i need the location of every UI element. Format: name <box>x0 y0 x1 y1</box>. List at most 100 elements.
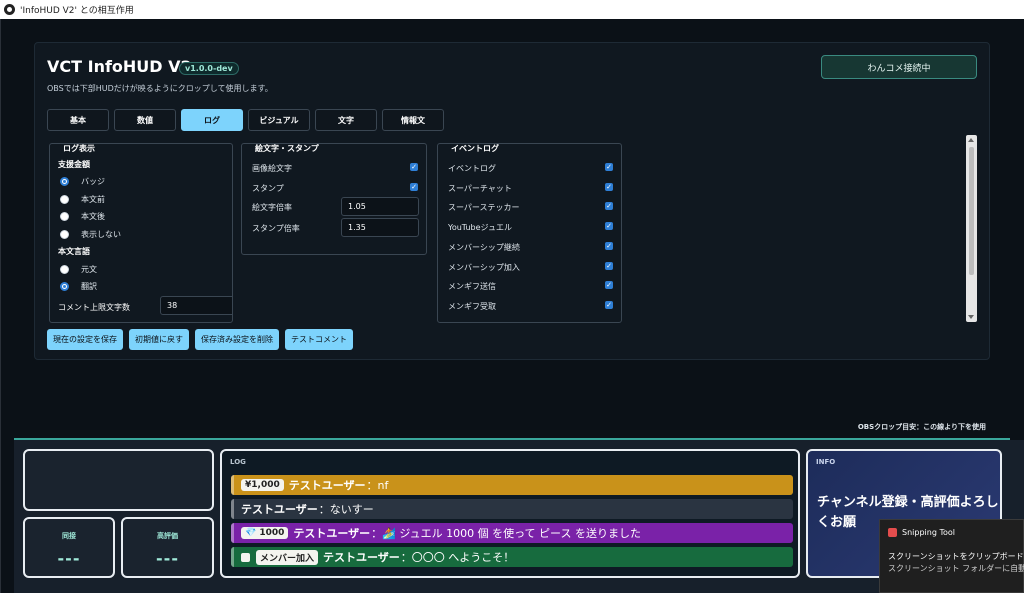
event-item-label: YouTubeジュエル <box>448 223 512 232</box>
stamp-scale-label: スタンプ倍率 <box>252 224 300 233</box>
event-item-label: メンバーシップ加入 <box>448 263 520 272</box>
connect-button[interactable]: わんコメ接続中 <box>821 55 977 79</box>
radio-circle[interactable] <box>60 212 69 221</box>
toast-title: Snipping Tool <box>888 528 955 537</box>
jewel-checkbox[interactable]: ✓ <box>605 222 613 230</box>
app-title: VCT InfoHUD V2 <box>47 57 192 76</box>
event-item-label: イベントログ <box>448 164 496 173</box>
stamp-label: スタンプ <box>252 184 284 193</box>
tab-visual[interactable]: ビジュアル <box>248 109 310 131</box>
emoji-scale-input[interactable]: 1.05 <box>341 197 419 216</box>
log-label: LOG <box>230 458 246 466</box>
language-label: 本文言語 <box>58 247 90 256</box>
stat-label: 高評価 <box>157 532 178 540</box>
radio-circle[interactable] <box>60 230 69 239</box>
window-titlebar: 'InfoHUD V2' との相互作用 <box>0 0 1024 19</box>
reset-defaults-button[interactable]: 初期値に戻す <box>129 329 189 350</box>
radio-label: バッジ <box>81 177 105 186</box>
version-badge: v1.0.0-dev <box>179 62 239 75</box>
log-username: テストユーザー <box>293 527 371 540</box>
radio-support-hide[interactable]: 表示しない <box>60 229 121 240</box>
event-item-label: スーパーチャット <box>448 184 512 193</box>
stat-label: 同接 <box>62 532 76 540</box>
toast-body: スクリーンショットをクリップボードにコピーし <box>888 552 1024 561</box>
snipping-tool-icon <box>888 528 897 537</box>
delete-saved-button[interactable]: 保存済み設定を削除 <box>195 329 279 350</box>
membership-renew-checkbox[interactable]: ✓ <box>605 242 613 250</box>
radio-support-before[interactable]: 本文前 <box>60 194 105 205</box>
gift-receive-checkbox[interactable]: ✓ <box>605 301 613 309</box>
radio-label: 元文 <box>81 265 97 274</box>
stamp-scale-input[interactable]: 1.35 <box>341 218 419 237</box>
stat-value: --- <box>156 549 179 568</box>
support-amount-label: 支援金額 <box>58 160 90 169</box>
tab-bar: 基本 数値 ログ ビジュアル 文字 情報文 <box>47 109 444 131</box>
log-row: 💎 1000 テストユーザー ：🏄 ジュエル 1000 個 を使って ピース を… <box>231 523 793 543</box>
radio-label: 本文前 <box>81 195 105 204</box>
app-subtitle: OBSでは下部HUDだけが映るようにクロップして使用します。 <box>47 84 273 93</box>
stat-concurrent: 同接 --- <box>23 517 115 578</box>
tab-basic[interactable]: 基本 <box>47 109 109 131</box>
max-chars-input[interactable]: 38 <box>160 296 232 315</box>
group-title: 絵文字・スタンプ <box>252 144 322 154</box>
log-username: テストユーザー <box>241 503 318 516</box>
max-chars-label: コメント上限文字数 <box>58 303 130 312</box>
radio-circle[interactable] <box>60 177 69 186</box>
superchat-checkbox[interactable]: ✓ <box>605 183 613 191</box>
event-log-group: イベントログ イベントログ ✓ スーパーチャット ✓ スーパーステッカー ✓ Y… <box>437 143 622 323</box>
event-item-label: メンギフ受取 <box>448 302 496 311</box>
emoji-image-label: 画像絵文字 <box>252 164 292 173</box>
member-icon <box>241 552 250 562</box>
radio-label: 表示しない <box>81 230 121 239</box>
crop-guide-note: OBSクロップ目安：この線より下を使用 <box>857 423 986 431</box>
event-log-checkbox[interactable]: ✓ <box>605 163 613 171</box>
gift-send-checkbox[interactable]: ✓ <box>605 281 613 289</box>
radio-circle[interactable] <box>60 282 69 291</box>
membership-join-checkbox[interactable]: ✓ <box>605 262 613 270</box>
group-title: イベントログ <box>448 144 502 154</box>
supersticker-checkbox[interactable]: ✓ <box>605 202 613 210</box>
radio-label: 本文後 <box>81 212 105 221</box>
settings-panel: VCT InfoHUD V2 v1.0.0-dev OBSでは下部HUDだけが映… <box>34 42 990 360</box>
emoji-stamp-group: 絵文字・スタンプ 画像絵文字 ✓ スタンプ ✓ 絵文字倍率 1.05 スタンプ倍… <box>241 143 427 255</box>
jewel-chip: 💎 1000 <box>241 527 289 539</box>
event-item-label: メンギフ送信 <box>448 282 496 291</box>
toast-body-2: スクリーンショット フォルダーに自動的に保 <box>888 564 1024 573</box>
tab-info-text[interactable]: 情報文 <box>382 109 444 131</box>
radio-support-badge[interactable]: バッジ <box>60 176 105 187</box>
scroll-up-icon[interactable] <box>968 138 974 142</box>
stamp-checkbox[interactable]: ✓ <box>410 183 418 191</box>
log-username: テストユーザー <box>323 551 400 564</box>
snipping-tool-toast[interactable]: Snipping Tool スクリーンショットをクリップボードにコピーし スクリ… <box>879 519 1024 593</box>
event-item-label: スーパーステッカー <box>448 203 520 212</box>
log-text: ：〇〇〇 へようこそ！ <box>400 551 515 564</box>
event-item-label: メンバーシップ継続 <box>448 243 520 252</box>
log-username: テストユーザー <box>288 479 366 492</box>
radio-circle[interactable] <box>60 195 69 204</box>
hud-blank-box <box>23 449 214 511</box>
log-row: メンバー加入 テストユーザー ：〇〇〇 へようこそ！ <box>231 547 793 567</box>
tab-numbers[interactable]: 数値 <box>114 109 176 131</box>
hud-log-box: LOG ¥1,000 テストユーザー ：nf テストユーザー ：ないすー 💎 1… <box>220 449 800 578</box>
scroll-down-icon[interactable] <box>968 315 974 319</box>
emoji-image-checkbox[interactable]: ✓ <box>410 163 418 171</box>
test-comment-button[interactable]: テストコメント <box>285 329 353 350</box>
log-text: ：🏄 ジュエル 1000 個 を使って ピース を送りました <box>371 527 641 540</box>
radio-support-after[interactable]: 本文後 <box>60 211 105 222</box>
tab-log[interactable]: ログ <box>181 109 243 131</box>
member-chip: メンバー加入 <box>256 549 319 565</box>
radio-circle[interactable] <box>60 265 69 274</box>
log-display-group: ログ表示 支援金額 バッジ 本文前 本文後 表示しない 本文言語 元文 翻訳 コ… <box>49 143 233 323</box>
settings-scrollbar[interactable] <box>966 135 977 322</box>
save-settings-button[interactable]: 現在の設定を保存 <box>47 329 123 350</box>
radio-lang-original[interactable]: 元文 <box>60 264 97 275</box>
scroll-thumb[interactable] <box>969 147 974 275</box>
group-title: ログ表示 <box>60 144 98 154</box>
info-label: INFO <box>816 458 836 466</box>
log-row: テストユーザー ：ないすー <box>231 499 793 519</box>
hud-preview: 同接 --- 高評価 --- LOG ¥1,000 テストユーザー ：nf テス… <box>14 440 1024 593</box>
radio-lang-translated[interactable]: 翻訳 <box>60 281 97 292</box>
window-title: 'InfoHUD V2' との相互作用 <box>20 6 134 16</box>
stat-likes: 高評価 --- <box>121 517 214 578</box>
tab-text[interactable]: 文字 <box>315 109 377 131</box>
